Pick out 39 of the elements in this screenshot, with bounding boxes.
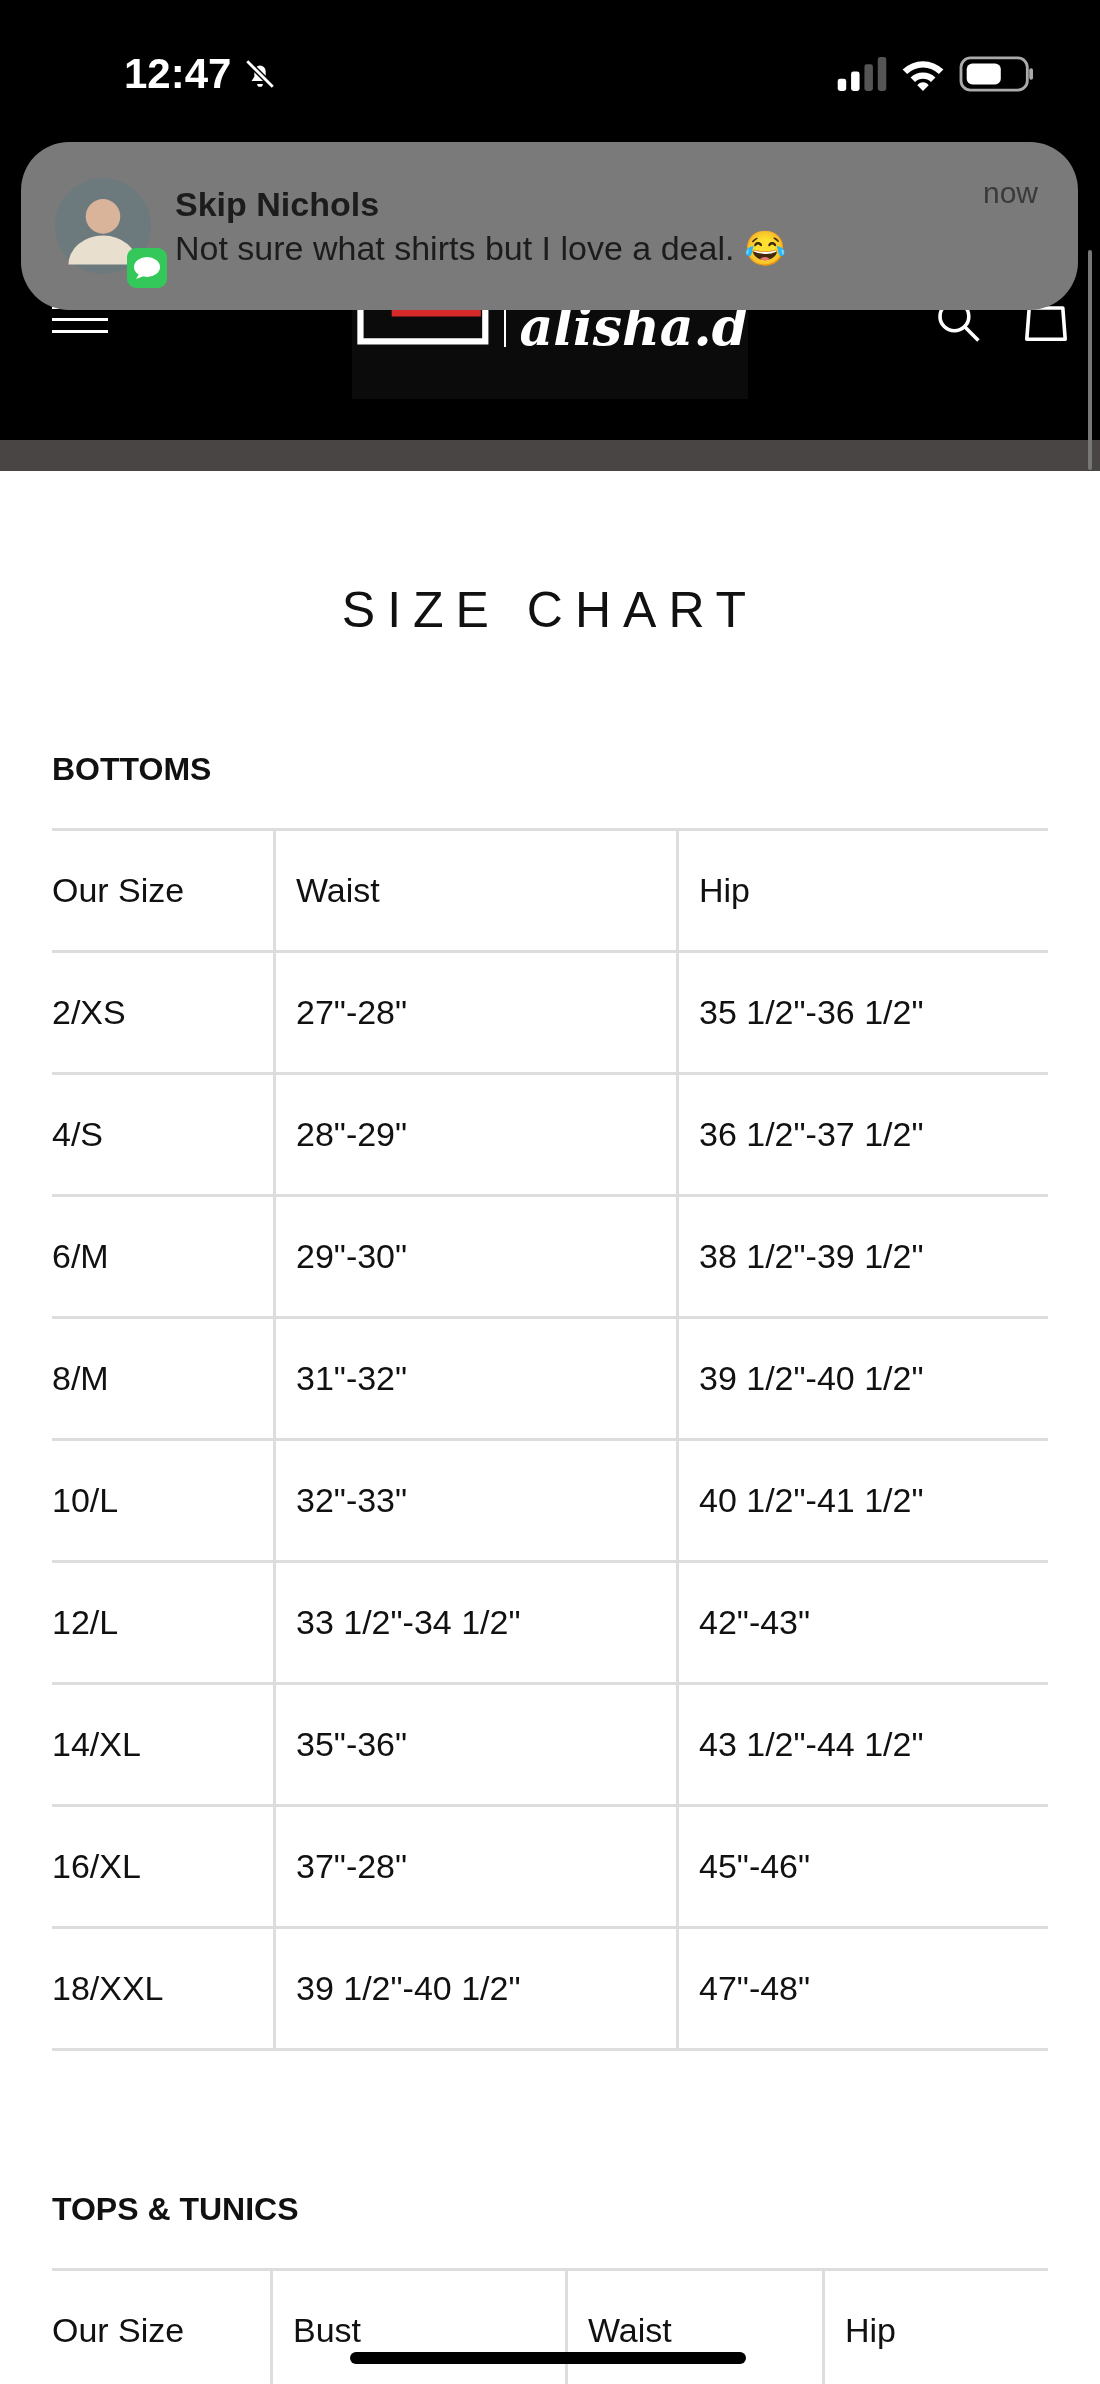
page-title: SIZE CHART xyxy=(340,581,760,639)
table-cell: 39 1/2"-40 1/2" xyxy=(676,1319,1048,1441)
table-cell: 16/XL xyxy=(52,1807,273,1929)
table-header-cell: Hip xyxy=(822,2271,1048,2384)
table-cell: 29"-30" xyxy=(273,1197,676,1319)
table-cell: 31"-32" xyxy=(273,1319,676,1441)
table-cell: 4/S xyxy=(52,1075,273,1197)
table-cell: 27"-28" xyxy=(273,953,676,1075)
table-cell: 40 1/2"-41 1/2" xyxy=(676,1441,1048,1563)
table-cell: 12/L xyxy=(52,1563,273,1685)
table-header-cell: Our Size xyxy=(52,2271,270,2384)
table-cell: 43 1/2"-44 1/2" xyxy=(676,1685,1048,1807)
notification-time: now xyxy=(982,176,1038,210)
table-header-cell: Hip xyxy=(676,831,1048,953)
table-cell: 39 1/2"-40 1/2" xyxy=(273,1929,676,2051)
table-cell: 45"-46" xyxy=(676,1807,1048,1929)
table-cell: 8/M xyxy=(52,1319,273,1441)
notification-message: Not sure what shirts but I love a deal. 😂 xyxy=(175,227,787,268)
table-cell: 18/XXL xyxy=(52,1929,273,2051)
table-cell: 36 1/2"-37 1/2" xyxy=(676,1075,1048,1197)
table-cell: 10/L xyxy=(52,1441,273,1563)
table-cell: 33 1/2"-34 1/2" xyxy=(273,1563,676,1685)
section-heading: BOTTOMS xyxy=(52,751,213,788)
table-cell: 35 1/2"-36 1/2" xyxy=(676,953,1048,1075)
table-cell: 32"-33" xyxy=(273,1441,676,1563)
table-cell: 2/XS xyxy=(52,953,273,1075)
table-header-cell: Our Size xyxy=(52,831,273,953)
table-cell: 35"-36" xyxy=(273,1685,676,1807)
table-cell: 37"-28" xyxy=(273,1807,676,1929)
table-cell: 47"-48" xyxy=(676,1929,1048,2051)
table-cell: 6/M xyxy=(52,1197,273,1319)
section-heading: TOPS & TUNICS xyxy=(52,2191,300,2228)
table-header-cell: Waist xyxy=(273,831,676,953)
table-cell: 38 1/2"-39 1/2" xyxy=(676,1197,1048,1319)
table-cell: 14/XL xyxy=(52,1685,273,1807)
table-cell: 28"-29" xyxy=(273,1075,676,1197)
notification-sender: Skip Nichols xyxy=(175,184,381,224)
table-cell: 42"-43" xyxy=(676,1563,1048,1685)
status-time: 12:47 xyxy=(124,50,232,98)
